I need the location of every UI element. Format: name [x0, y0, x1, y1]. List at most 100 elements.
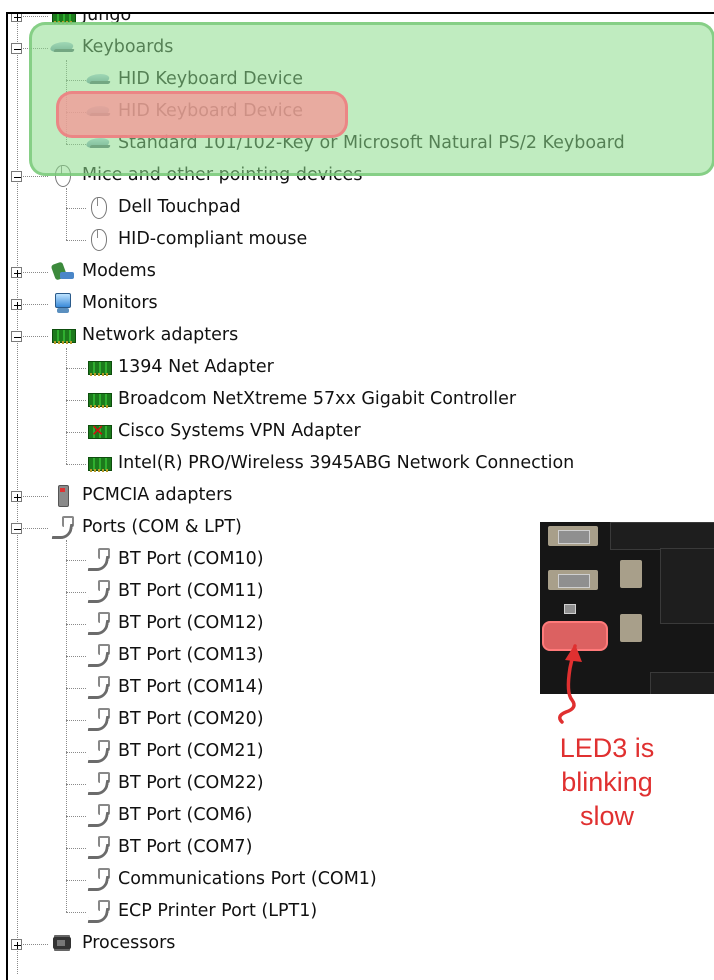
- tree-category[interactable]: Mice and other pointing devices: [50, 160, 362, 190]
- tree-device[interactable]: BT Port (COM11): [86, 576, 264, 606]
- port-icon: [86, 644, 112, 666]
- tree-item-label: Jungo: [82, 12, 132, 25]
- collapse-icon[interactable]: [11, 331, 22, 342]
- expand-icon[interactable]: [11, 14, 22, 22]
- tree-item-label: Communications Port (COM1): [118, 869, 377, 889]
- pcmcia-icon: [50, 484, 76, 507]
- collapse-icon[interactable]: [11, 523, 22, 534]
- network-card-icon: [50, 14, 76, 26]
- tree-item-label: Mice and other pointing devices: [82, 165, 363, 185]
- tree-category[interactable]: Ports (COM & LPT): [50, 512, 242, 542]
- tree-item-label: BT Port (COM7): [118, 837, 253, 857]
- port-icon: [86, 708, 112, 730]
- tree-category[interactable]: Processors: [50, 928, 175, 958]
- tree-item-label: HID Keyboard Device: [118, 101, 304, 121]
- tree-item-label: BT Port (COM12): [118, 613, 264, 633]
- device-manager-tree: Jungo Keyboards HID Keyboard Device HID Key…: [6, 12, 714, 980]
- tree-device[interactable]: BT Port (COM14): [86, 672, 264, 702]
- collapse-icon[interactable]: [11, 43, 22, 54]
- led-note-line: blinking: [561, 767, 653, 797]
- led-note-line: slow: [579, 801, 634, 831]
- tree-category[interactable]: PCMCIA adapters: [50, 480, 232, 510]
- tree-device[interactable]: Broadcom NetXtreme 57xx Gigabit Controll…: [86, 384, 516, 414]
- port-icon: [86, 612, 112, 634]
- tree-device[interactable]: BT Port (COM10): [86, 544, 264, 574]
- tree-device[interactable]: BT Port (COM7): [86, 832, 252, 862]
- tree-item-label: HID-compliant mouse: [118, 229, 308, 249]
- tree-category[interactable]: Modems: [50, 256, 156, 286]
- port-icon: [86, 676, 112, 698]
- port-icon: [86, 740, 112, 762]
- led-note-line: LED3 is: [559, 733, 655, 763]
- keyboard-icon: [50, 36, 76, 58]
- keyboard-icon: [86, 68, 112, 90]
- mouse-icon: [86, 196, 112, 219]
- tree-category[interactable]: Monitors: [50, 288, 158, 318]
- mouse-icon: [86, 228, 112, 251]
- tree-device[interactable]: Cisco Systems VPN Adapter: [86, 416, 361, 446]
- tree-category[interactable]: Network adapters: [50, 320, 238, 350]
- expand-icon[interactable]: [11, 939, 22, 950]
- processor-icon: [50, 932, 76, 954]
- tree-item-label: HID Keyboard Device: [118, 69, 304, 89]
- port-icon: [50, 516, 76, 538]
- tree-item-label: ECP Printer Port (LPT1): [118, 901, 318, 921]
- tree-item-label: Processors: [82, 933, 176, 953]
- tree-item-label: BT Port (COM22): [118, 773, 264, 793]
- tree-item-label: PCMCIA adapters: [82, 485, 233, 505]
- collapse-icon[interactable]: [11, 171, 22, 182]
- mouse-icon: [50, 164, 76, 187]
- tree-item-label: Standard 101/102-Key or Microsoft Natura…: [118, 133, 625, 153]
- tree-category[interactable]: Jungo: [50, 12, 132, 30]
- tree-item-label: BT Port (COM13): [118, 645, 264, 665]
- expand-icon[interactable]: [11, 299, 22, 310]
- tree-device[interactable]: BT Port (COM6): [86, 800, 252, 830]
- tree-item-label: Broadcom NetXtreme 57xx Gigabit Controll…: [118, 389, 517, 409]
- tree-device[interactable]: HID Keyboard Device: [86, 64, 303, 94]
- tree-item-label: 1394 Net Adapter: [118, 357, 274, 377]
- tree-item-label: BT Port (COM10): [118, 549, 264, 569]
- tree-item-label: BT Port (COM20): [118, 709, 264, 729]
- port-icon: [86, 868, 112, 890]
- tree-item-label: Dell Touchpad: [118, 197, 241, 217]
- keyboard-icon: [86, 132, 112, 154]
- tree-device[interactable]: HID Keyboard Device: [86, 96, 303, 126]
- tree-device[interactable]: BT Port (COM13): [86, 640, 264, 670]
- expand-icon[interactable]: [11, 491, 22, 502]
- network-card-icon: [50, 324, 76, 346]
- monitor-icon: [50, 292, 76, 314]
- tree-device[interactable]: ECP Printer Port (LPT1): [86, 896, 317, 926]
- tree-device[interactable]: Standard 101/102-Key or Microsoft Natura…: [86, 128, 625, 158]
- tree-category[interactable]: Keyboards: [50, 32, 173, 62]
- tree-item-label: BT Port (COM14): [118, 677, 264, 697]
- tree-item-label: Intel(R) PRO/Wireless 3945ABG Network Co…: [118, 453, 575, 473]
- network-card-disabled-icon: [86, 420, 112, 442]
- led-note: LED3 is blinking slow: [532, 731, 682, 833]
- tree-device[interactable]: 1394 Net Adapter: [86, 352, 274, 382]
- port-icon: [86, 772, 112, 794]
- keyboard-icon: [86, 100, 112, 122]
- tree-item-label: BT Port (COM6): [118, 805, 253, 825]
- network-card-icon: [86, 388, 112, 410]
- tree-device[interactable]: BT Port (COM20): [86, 704, 264, 734]
- tree-device[interactable]: BT Port (COM21): [86, 736, 264, 766]
- port-icon: [86, 580, 112, 602]
- tree-item-label: BT Port (COM21): [118, 741, 264, 761]
- tree-item-label: BT Port (COM11): [118, 581, 264, 601]
- port-icon: [86, 836, 112, 858]
- tree-device[interactable]: BT Port (COM22): [86, 768, 264, 798]
- tree-item-label: Monitors: [82, 293, 158, 313]
- tree-item-label: Modems: [82, 261, 156, 281]
- tree-device[interactable]: Dell Touchpad: [86, 192, 241, 222]
- tree-device[interactable]: Intel(R) PRO/Wireless 3945ABG Network Co…: [86, 448, 574, 478]
- modem-icon: [50, 260, 76, 282]
- expand-icon[interactable]: [11, 267, 22, 278]
- port-icon: [86, 548, 112, 570]
- network-card-icon: [86, 356, 112, 378]
- tree-device[interactable]: HID-compliant mouse: [86, 224, 307, 254]
- tree-device[interactable]: BT Port (COM12): [86, 608, 264, 638]
- tree-item-label: Network adapters: [82, 325, 239, 345]
- port-icon: [86, 804, 112, 826]
- tree-device[interactable]: Communications Port (COM1): [86, 864, 377, 894]
- tree-item-label: Keyboards: [82, 37, 174, 57]
